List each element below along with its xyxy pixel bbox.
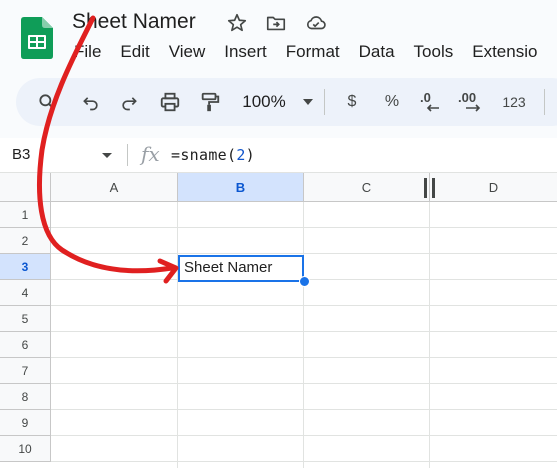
column-gridline bbox=[303, 202, 304, 468]
menu-file[interactable]: File bbox=[74, 42, 101, 64]
undo-button[interactable] bbox=[78, 78, 104, 126]
google-sheets-logo[interactable] bbox=[21, 17, 53, 59]
column-gridline bbox=[177, 202, 178, 468]
row-header-4[interactable]: 4 bbox=[0, 280, 51, 306]
function-icon: fx bbox=[141, 142, 160, 166]
row-header-1[interactable]: 1 bbox=[0, 202, 51, 228]
spreadsheet-grid[interactable]: A B C D 1 2 3 4 5 6 7 8 9 10 bbox=[0, 173, 557, 468]
row-header-9[interactable]: 9 bbox=[0, 410, 51, 436]
row-header-6[interactable]: 6 bbox=[0, 332, 51, 358]
toolbar: 100% $ % .0 .00 123 bbox=[16, 78, 557, 126]
menu-extensions[interactable]: Extensio bbox=[472, 42, 537, 64]
zoom-select[interactable]: 100% bbox=[238, 78, 290, 126]
row-gridline bbox=[51, 227, 557, 228]
menu-bar: File Edit View Insert Format Data Tools … bbox=[74, 42, 556, 64]
row-gridline bbox=[51, 253, 557, 254]
increase-decimal-button[interactable]: .00 bbox=[456, 78, 486, 126]
print-button[interactable] bbox=[156, 78, 184, 126]
redo-button[interactable] bbox=[116, 78, 142, 126]
column-header-b[interactable]: B bbox=[178, 173, 304, 202]
document-title[interactable]: Sheet Namer bbox=[72, 10, 196, 34]
row-gridline bbox=[51, 409, 557, 410]
row-header-2[interactable]: 2 bbox=[0, 228, 51, 254]
formula-input[interactable]: =sname(2) bbox=[171, 146, 255, 164]
svg-text:.00: .00 bbox=[458, 90, 476, 105]
row-header-10[interactable]: 10 bbox=[0, 436, 51, 462]
column-gridline bbox=[429, 202, 430, 468]
column-resize-handle[interactable] bbox=[424, 178, 436, 198]
print-icon bbox=[160, 92, 180, 112]
row-header-7[interactable]: 7 bbox=[0, 358, 51, 384]
formula-argument: 2 bbox=[236, 146, 246, 164]
paint-format-button[interactable] bbox=[196, 78, 224, 126]
row-header-3[interactable]: 3 bbox=[0, 254, 51, 280]
select-all-corner[interactable] bbox=[0, 173, 51, 202]
move-folder-icon[interactable] bbox=[265, 12, 287, 34]
increase-decimal-icon: .00 bbox=[458, 90, 481, 112]
row-gridline bbox=[51, 461, 557, 462]
decrease-decimal-icon: .0 bbox=[420, 90, 439, 112]
cloud-saved-icon[interactable] bbox=[305, 12, 327, 34]
row-gridline bbox=[51, 435, 557, 436]
row-gridline bbox=[51, 331, 557, 332]
row-gridline bbox=[51, 305, 557, 306]
menu-data[interactable]: Data bbox=[359, 42, 395, 64]
caret-down-icon bbox=[303, 99, 313, 105]
column-header-d[interactable]: D bbox=[430, 173, 557, 202]
title-bar: Sheet Namer File Edit View Insert Format… bbox=[0, 0, 557, 78]
row-header-5[interactable]: 5 bbox=[0, 306, 51, 332]
format-percent-button[interactable]: % bbox=[380, 78, 404, 126]
paint-roller-icon bbox=[201, 92, 220, 112]
more-formats-button[interactable]: 123 bbox=[498, 78, 530, 126]
row-gridline bbox=[51, 383, 557, 384]
menu-view[interactable]: View bbox=[169, 42, 206, 64]
zoom-dropdown-button[interactable] bbox=[298, 78, 318, 126]
formula-bar: B3 fx =sname(2) bbox=[0, 138, 557, 173]
menu-tools[interactable]: Tools bbox=[414, 42, 454, 64]
menu-insert[interactable]: Insert bbox=[224, 42, 267, 64]
fill-handle[interactable] bbox=[299, 276, 310, 287]
svg-text:.0: .0 bbox=[420, 90, 431, 105]
star-icon[interactable] bbox=[226, 12, 248, 34]
name-box[interactable]: B3 bbox=[12, 146, 30, 163]
menu-format[interactable]: Format bbox=[286, 42, 340, 64]
search-icon bbox=[39, 94, 55, 110]
formula-divider bbox=[127, 144, 128, 166]
row-gridline bbox=[51, 357, 557, 358]
toolbar-divider bbox=[544, 89, 545, 115]
toolbar-divider bbox=[324, 89, 325, 115]
row-header-8[interactable]: 8 bbox=[0, 384, 51, 410]
decrease-decimal-button[interactable]: .0 bbox=[418, 78, 444, 126]
search-menus-button[interactable] bbox=[34, 78, 60, 126]
column-header-c[interactable]: C bbox=[304, 173, 430, 202]
format-currency-button[interactable]: $ bbox=[340, 78, 364, 126]
undo-icon bbox=[83, 97, 98, 111]
formula-suffix: ) bbox=[245, 146, 256, 164]
name-box-dropdown-icon[interactable] bbox=[102, 153, 112, 158]
cell-b3-value[interactable]: Sheet Namer bbox=[184, 259, 272, 276]
column-header-a[interactable]: A bbox=[51, 173, 178, 202]
redo-icon bbox=[122, 97, 137, 111]
formula-prefix: =sname( bbox=[171, 146, 237, 164]
menu-edit[interactable]: Edit bbox=[120, 42, 149, 64]
